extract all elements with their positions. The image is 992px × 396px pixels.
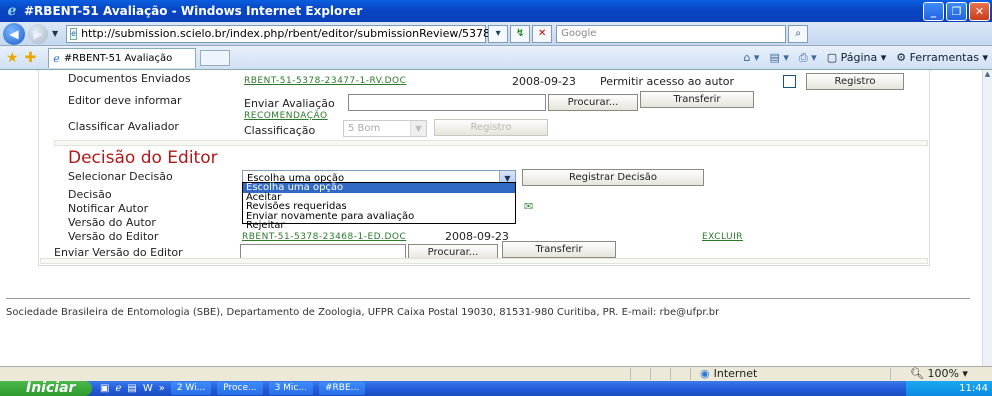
author-version-label: Versão do Autor bbox=[68, 216, 156, 229]
tab-bar: ★ ✚ ℯ #RBENT-51 Avaliação ⌂ ▾ ▤ ▾ ⎙ ▾ ▢ … bbox=[0, 46, 992, 70]
section-separator-bottom bbox=[40, 258, 928, 264]
decision-options-list[interactable]: Escolha uma opção Aceitar Revisões reque… bbox=[242, 182, 516, 230]
delete-link[interactable]: EXCLUIR bbox=[702, 232, 743, 242]
url-dropdown-button[interactable]: ▾ bbox=[488, 24, 509, 43]
select-decision-label: Selecionar Decisão bbox=[68, 170, 173, 183]
tools-menu[interactable]: ⚙ Ferramentas ▾ bbox=[896, 51, 988, 64]
register-button[interactable]: Registro bbox=[806, 73, 904, 90]
footer-text: Sociedade Brasileira de Entomologia (SBE… bbox=[6, 307, 720, 318]
back-button[interactable]: ◀ bbox=[3, 22, 25, 45]
scroll-up-icon[interactable]: ▲ bbox=[983, 70, 992, 78]
vertical-scrollbar[interactable]: ▲ bbox=[982, 70, 992, 366]
taskbar: Iniciar ▣ ℯ ▤ W » 2 Wi... Proce... 3 Mic… bbox=[0, 381, 992, 396]
refresh-button[interactable]: ↯ bbox=[510, 24, 531, 43]
globe-icon: ◉ bbox=[700, 367, 710, 380]
zoom-level[interactable]: 🔍︎ 100% ▾ bbox=[910, 367, 968, 380]
more-icon[interactable]: » bbox=[159, 383, 165, 394]
security-zone: ◉ Internet bbox=[700, 367, 757, 380]
send-eval-label: Enviar Avaliação bbox=[244, 97, 335, 110]
tab-label: #RBENT-51 Avaliação bbox=[63, 52, 173, 64]
close-button[interactable]: ✕ bbox=[969, 2, 990, 21]
quicklaunch-icon[interactable]: ▣ bbox=[100, 383, 109, 394]
page-menu[interactable]: ▢ Página ▾ bbox=[827, 51, 887, 64]
favorites-star-icon[interactable]: ★ bbox=[6, 50, 19, 66]
home-icon[interactable]: ⌂ ▾ bbox=[743, 51, 759, 64]
url-field[interactable]: e http://submission.scielo.br/index.php/… bbox=[66, 24, 490, 43]
quicklaunch-word-icon[interactable]: W bbox=[143, 383, 153, 394]
notify-author-label: Notificar Autor bbox=[68, 202, 149, 215]
classify-reviewer-label: Classificar Avaliador bbox=[68, 120, 179, 133]
zone-label: Internet bbox=[713, 367, 758, 380]
email-icon[interactable]: ✉ bbox=[524, 200, 533, 213]
transfer-eval-button[interactable]: Transferir bbox=[640, 91, 754, 108]
allow-access-checkbox[interactable] bbox=[783, 75, 796, 88]
feeds-icon[interactable]: ▤ ▾ bbox=[769, 51, 788, 64]
quick-launch: ▣ ℯ ▤ W » bbox=[100, 383, 165, 394]
decision-title: Decisão do Editor bbox=[68, 148, 218, 168]
allow-access-label: Permitir acesso ao autor bbox=[600, 75, 734, 88]
option-choose[interactable]: Escolha uma opção bbox=[243, 183, 515, 193]
decision-label: Decisão bbox=[68, 188, 112, 201]
restore-button[interactable]: ❐ bbox=[946, 2, 967, 21]
ie-tab-icon: ℯ bbox=[53, 51, 60, 65]
docs-date: 2008-09-23 bbox=[512, 75, 576, 88]
register-decision-button[interactable]: Registrar Decisão bbox=[522, 169, 704, 186]
editor-inform-label: Editor deve informar bbox=[68, 94, 182, 107]
classification-register-button[interactable]: Registro bbox=[434, 119, 548, 136]
task-proce[interactable]: Proce... bbox=[217, 382, 263, 395]
new-tab-button[interactable] bbox=[200, 49, 231, 66]
status-bar: ◉ Internet 🔍︎ 100% ▾ bbox=[0, 366, 992, 381]
search-input[interactable]: Google bbox=[556, 24, 787, 43]
section-separator bbox=[54, 140, 928, 146]
browse-eval-button[interactable]: Procurar... bbox=[548, 94, 638, 111]
option-reject[interactable]: Rejeitar bbox=[243, 221, 515, 231]
clock: 11:44 bbox=[959, 383, 988, 394]
add-favorites-icon[interactable]: ✚ bbox=[25, 50, 37, 66]
address-bar: ◀ ▶ ▼ e http://submission.scielo.br/inde… bbox=[0, 22, 992, 46]
task-windows[interactable]: 2 Wi... bbox=[170, 382, 212, 395]
forward-button[interactable]: ▶ bbox=[28, 23, 48, 44]
editor-version-label: Versão do Editor bbox=[68, 230, 159, 243]
editor-version-date: 2008-09-23 bbox=[445, 230, 509, 243]
ie-logo-icon: ℯ bbox=[7, 3, 17, 19]
task-rbe[interactable]: #RBE... bbox=[318, 382, 366, 395]
page-content: Documentos Enviados RBENT-51-5378-23477-… bbox=[0, 70, 982, 366]
footer-divider bbox=[6, 298, 970, 299]
history-dropdown-icon[interactable]: ▼ bbox=[52, 29, 58, 38]
transfer-editor-version-button[interactable]: Transferir bbox=[502, 241, 616, 258]
window-title: #RBENT-51 Avaliação - Windows Internet E… bbox=[24, 4, 363, 18]
stop-button[interactable]: ✕ bbox=[532, 24, 553, 43]
chevron-down-icon: ▼ bbox=[410, 121, 426, 136]
quicklaunch-ie-icon[interactable]: ℯ bbox=[115, 383, 121, 394]
system-tray: 11:44 bbox=[906, 381, 992, 396]
classification-select[interactable]: 5 Bom ▼ bbox=[343, 120, 427, 137]
quicklaunch-folder-icon[interactable]: ▤ bbox=[127, 383, 136, 394]
classification-label: Classificação bbox=[244, 124, 316, 137]
page-icon: e bbox=[70, 27, 78, 40]
search-icon[interactable]: ⌕ bbox=[788, 24, 809, 43]
docs-file-link[interactable]: RBENT-51-5378-23477-1-RV.DOC bbox=[244, 76, 406, 86]
task-mic[interactable]: 3 Mic... bbox=[268, 382, 313, 395]
print-icon[interactable]: ⎙ ▾ bbox=[799, 51, 817, 65]
eval-file-input[interactable] bbox=[348, 94, 546, 111]
start-button[interactable]: Iniciar bbox=[0, 381, 92, 396]
url-text: http://submission.scielo.br/index.php/rb… bbox=[81, 27, 491, 40]
docs-label: Documentos Enviados bbox=[68, 72, 191, 85]
recommendation-link[interactable]: RECOMENDAÇÃO bbox=[244, 111, 328, 121]
window-titlebar[interactable]: ℯ #RBENT-51 Avaliação - Windows Internet… bbox=[0, 0, 992, 22]
tab-current[interactable]: ℯ #RBENT-51 Avaliação bbox=[48, 47, 197, 68]
editor-version-file-link[interactable]: RBENT-51-5378-23468-1-ED.DOC bbox=[242, 232, 406, 242]
minimize-button[interactable]: _ bbox=[923, 2, 944, 21]
